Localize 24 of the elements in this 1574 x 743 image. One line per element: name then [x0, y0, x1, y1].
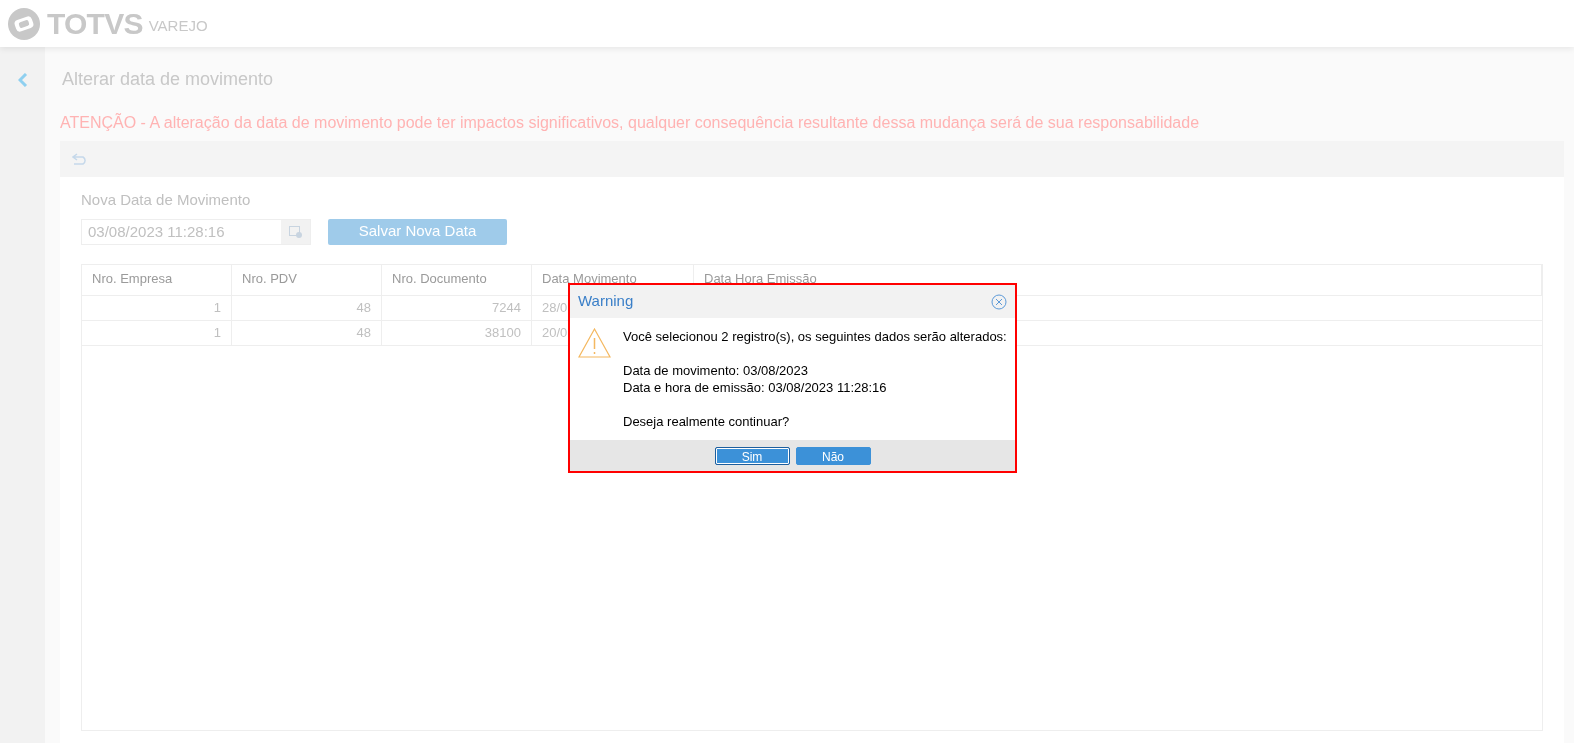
table-cell: 1: [82, 295, 232, 320]
warning-icon: [578, 328, 611, 358]
table-cell: 38100: [382, 320, 532, 345]
dialog-text: Data e hora de emissão: 03/08/2023 11:28:16: [623, 379, 888, 396]
column-header: Nro. Documento: [382, 264, 532, 295]
dialog-button[interactable]: Sim: [714, 446, 790, 465]
table-cell: 1: [82, 320, 232, 345]
close-icon[interactable]: [991, 293, 1007, 310]
logo-icon: [7, 6, 41, 41]
column-header: Nro. PDV: [232, 264, 382, 295]
back-icon[interactable]: [17, 73, 28, 87]
undo-icon[interactable]: [72, 153, 88, 165]
table-cell: 48: [232, 320, 382, 345]
dialog-button[interactable]: Não: [795, 446, 871, 465]
warning-message: ATENÇÃO - A alteração da data de movimento pode ter impactos significativos, qualquer consequência resultante dessa mudança será de sua responsabilidade: [60, 112, 1201, 133]
field-label: Nova Data de Movimento: [81, 190, 252, 210]
table-cell: 7244: [382, 295, 532, 320]
table-cell: 48: [232, 295, 382, 320]
calendar-icon[interactable]: [289, 225, 302, 238]
save-button[interactable]: Salvar Nova Data: [328, 218, 507, 245]
column-header: Nro. Empresa: [82, 264, 232, 295]
dialog-text: Deseja realmente continuar?: [623, 413, 791, 430]
date-field[interactable]: 03/08/2023 11:28:16: [81, 218, 311, 245]
dialog-text: Data de movimento: 03/08/2023: [623, 362, 809, 379]
